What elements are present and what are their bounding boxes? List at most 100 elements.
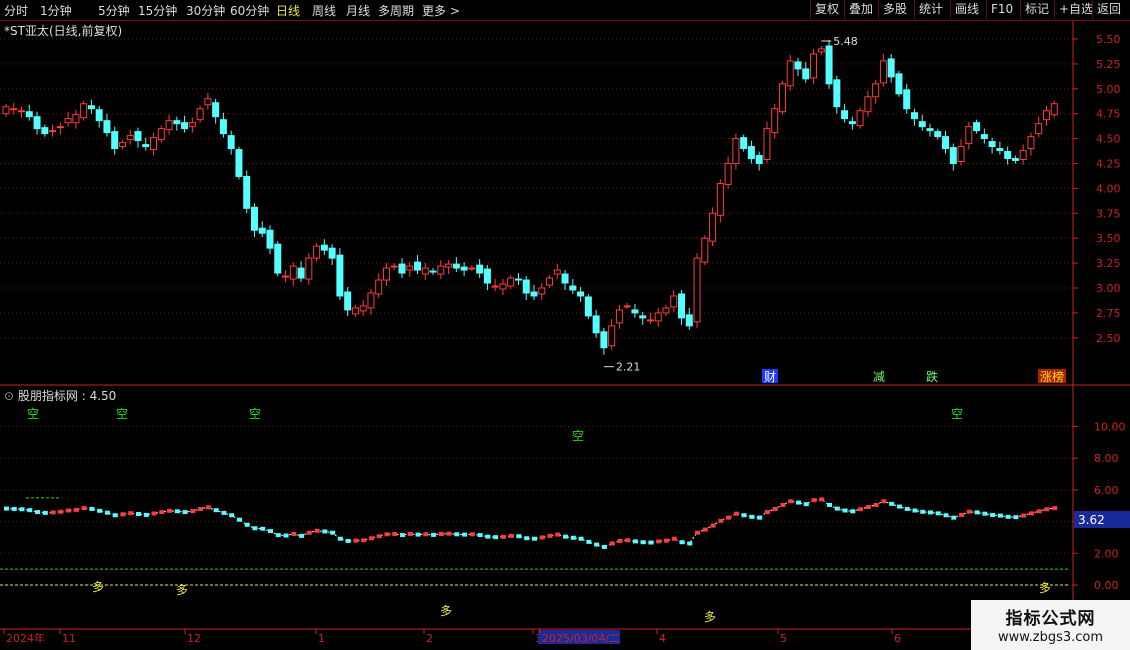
collapse-icon[interactable]: ⊙ <box>4 389 14 403</box>
indicator-bar <box>136 511 141 516</box>
low-label: 2.21 <box>616 361 641 374</box>
indicator-bar <box>446 531 452 536</box>
candle-body <box>693 257 701 323</box>
indicator-bar <box>982 511 988 516</box>
event-mark: 涨榜 <box>1040 369 1064 384</box>
overlay-button[interactable]: 叠加 <box>844 0 877 19</box>
indicator-bar <box>42 510 48 515</box>
candle-body <box>305 257 313 280</box>
candle-body <box>414 261 422 271</box>
indicator-bar <box>415 532 421 537</box>
tab-monthly[interactable]: 月线 <box>346 2 370 19</box>
indicator-bar <box>58 509 64 514</box>
signal-kong: 空 <box>249 407 261 421</box>
signal-duo: 多 <box>704 610 716 624</box>
candle-body <box>577 291 585 297</box>
candle-body <box>204 98 212 106</box>
candle-body <box>126 135 134 141</box>
candle-body <box>934 131 942 138</box>
indicator-title: ⊙ 股朋指标网 : 4.50 <box>4 387 116 404</box>
candle-body <box>18 110 26 113</box>
x-tick-label: 2024年 <box>6 631 45 645</box>
candle-body <box>64 118 72 124</box>
tab-5min[interactable]: 5分钟 <box>98 2 130 19</box>
indicator-bar <box>1036 509 1042 514</box>
candle-body <box>336 254 344 297</box>
candle-body <box>569 285 577 291</box>
indicator-bar <box>306 530 312 535</box>
indicator-bar <box>570 535 576 540</box>
indicator-bar <box>772 506 778 511</box>
tab-fenshi[interactable]: 分时 <box>4 2 28 19</box>
tab-1min[interactable]: 1分钟 <box>40 2 72 19</box>
x-tick-label: 2025/03/04/二 <box>542 632 620 645</box>
indicator-bar <box>951 515 957 520</box>
tab-multi-period[interactable]: 多周期 <box>378 2 414 19</box>
indicator-bar <box>368 536 374 541</box>
indicator-bar <box>19 507 25 512</box>
candle-body <box>468 267 476 270</box>
candle-body <box>716 182 724 216</box>
mark-button[interactable]: 标记 <box>1020 0 1053 19</box>
candle-body <box>949 147 957 164</box>
tab-more[interactable]: 更多 > <box>422 2 460 19</box>
indicator-bar <box>524 536 530 541</box>
indicator-bar <box>469 532 475 537</box>
candle-body <box>825 45 833 85</box>
x-tick-label: 11 <box>62 632 76 645</box>
draw-line-button[interactable]: 画线 <box>950 0 983 19</box>
indicator-bar <box>687 541 693 546</box>
back-button[interactable]: 返回 <box>1092 0 1125 19</box>
candle-body <box>235 149 243 177</box>
x-tick-label: 4 <box>659 632 666 645</box>
candle-body <box>80 103 88 119</box>
indicator-bar <box>97 508 103 513</box>
price-tick-label: 2.50 <box>1096 332 1121 345</box>
stock-chart[interactable]: 空空空空空多 多多 多多 5.505.255.004.754.504.254.003… <box>0 0 1130 650</box>
tab-30min[interactable]: 30分钟 <box>186 2 225 19</box>
candle-body <box>678 293 686 319</box>
indicator-bar <box>104 510 110 515</box>
indicator-bar <box>873 502 879 507</box>
price-tick-label: 3.75 <box>1096 207 1121 220</box>
price-tick-label: 2.75 <box>1096 307 1121 320</box>
stats-button[interactable]: 统计 <box>914 0 947 19</box>
indicator-bar <box>500 534 506 539</box>
candle-body <box>546 277 554 286</box>
indicator-bar <box>477 533 483 538</box>
candle-body <box>111 131 119 150</box>
indicator-bar <box>959 512 965 517</box>
indicator-bar <box>896 504 902 509</box>
tab-daily[interactable]: 日线 <box>276 2 300 19</box>
indicator-bar <box>632 539 638 544</box>
candle-body <box>181 122 189 130</box>
indicator-bar <box>1028 511 1034 516</box>
indicator-bar <box>912 508 918 513</box>
indicator-bar <box>337 536 343 541</box>
price-tick-label: 4.75 <box>1096 108 1121 121</box>
candle-body <box>320 244 328 251</box>
candle-body <box>856 110 864 127</box>
indicator-bar <box>586 539 592 544</box>
f10-button[interactable]: F10 <box>986 0 1017 19</box>
add-watchlist-button[interactable]: +自选 <box>1054 0 1097 19</box>
signal-kong: 空 <box>572 429 584 443</box>
tab-60min[interactable]: 60分钟 <box>230 2 269 19</box>
indicator-bar <box>718 518 724 523</box>
candle-body <box>227 135 235 150</box>
indicator-bar <box>198 506 204 511</box>
candle-body <box>910 112 918 120</box>
indicator-bar <box>710 523 716 528</box>
indicator-bar <box>283 533 289 538</box>
tab-weekly[interactable]: 周线 <box>312 2 336 19</box>
candle-body <box>1042 110 1050 121</box>
multi-stock-button[interactable]: 多股 <box>878 0 911 19</box>
indicator-bar <box>485 534 491 539</box>
indicator-bar <box>904 506 910 511</box>
candle-body <box>150 137 158 151</box>
candle-body <box>926 128 934 132</box>
indicator-bar <box>493 535 499 540</box>
fuquan-button[interactable]: 复权 <box>810 0 843 19</box>
tab-15min[interactable]: 15分钟 <box>138 2 177 19</box>
candle-body <box>344 291 352 311</box>
